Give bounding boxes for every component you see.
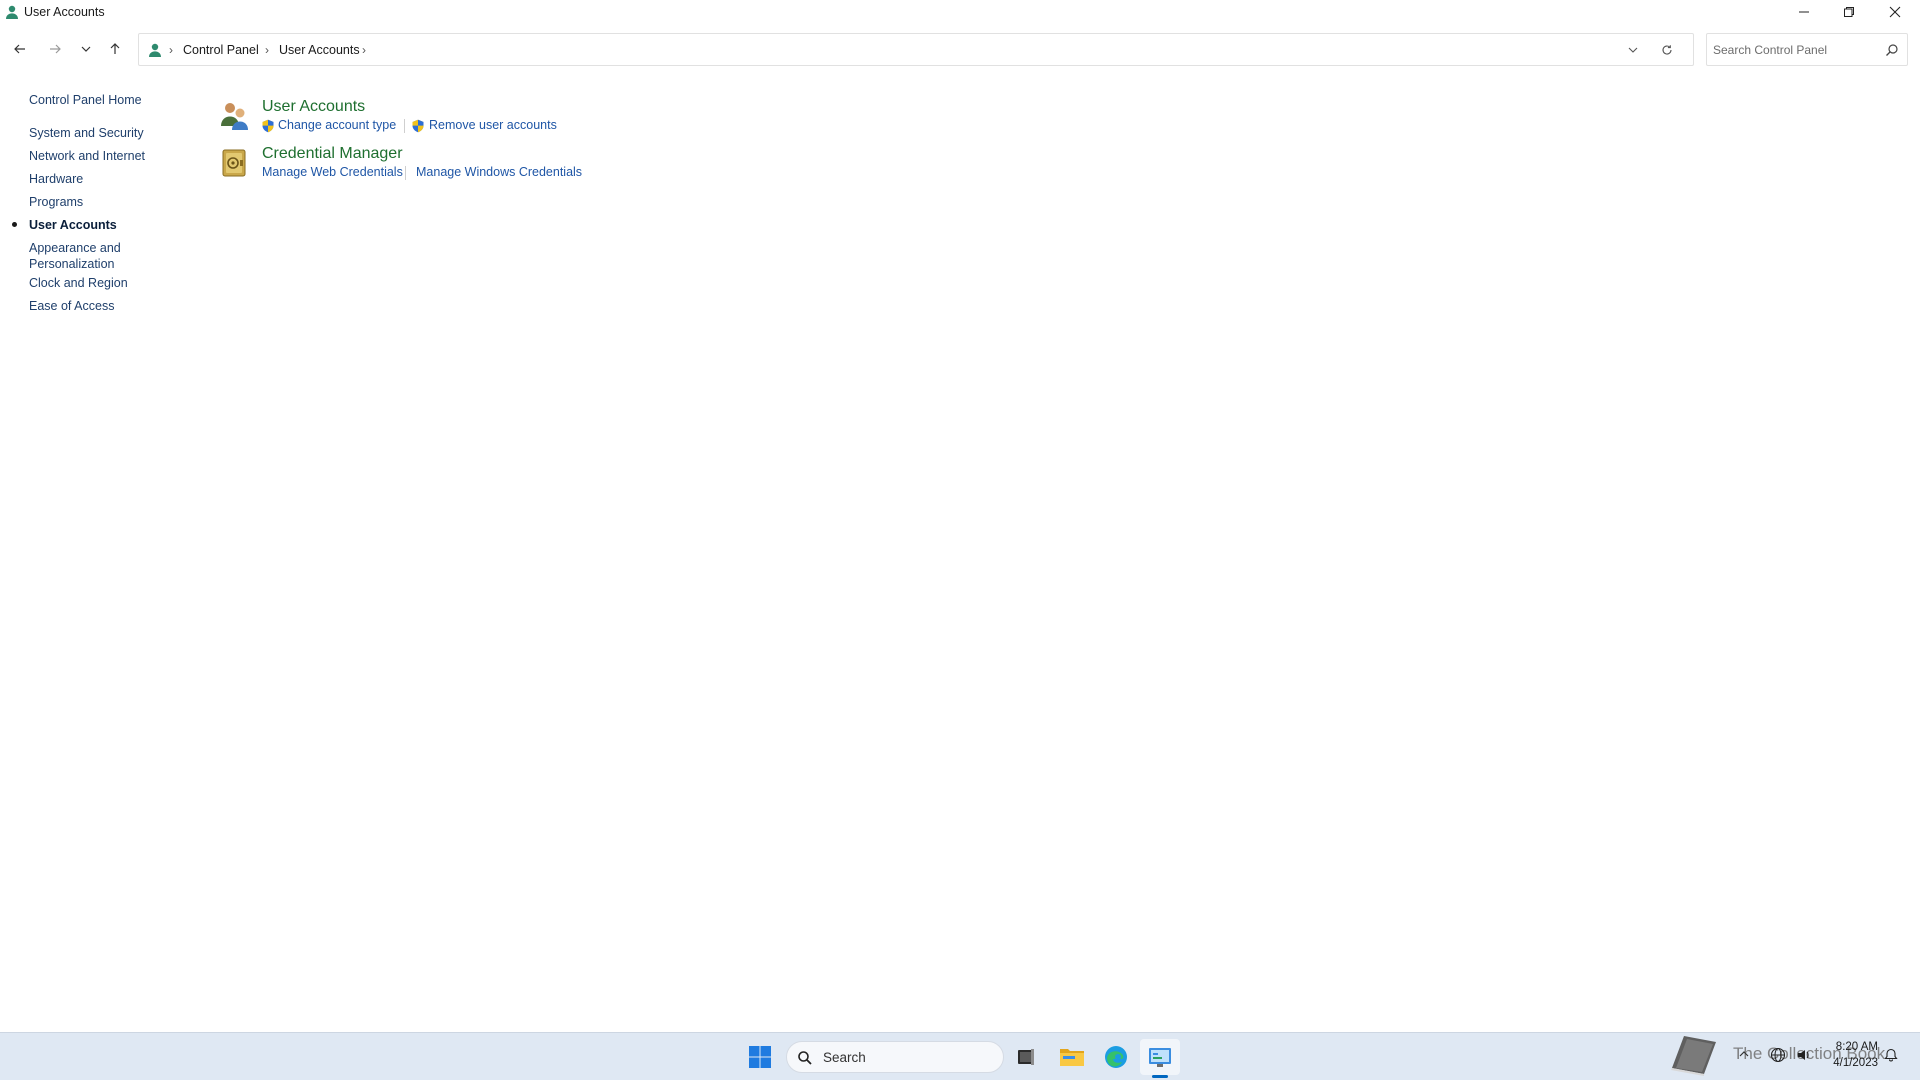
up-button[interactable] xyxy=(103,39,127,59)
breadcrumb-control-panel[interactable]: Control Panel xyxy=(183,43,259,57)
control-panel-home-link[interactable]: Control Panel Home xyxy=(29,92,159,108)
manage-web-credentials-link[interactable]: Manage Web Credentials xyxy=(262,165,403,179)
address-bar[interactable]: › Control Panel › User Accounts › xyxy=(138,33,1694,66)
user-accounts-icon xyxy=(149,43,161,57)
breadcrumb-separator[interactable]: › xyxy=(265,43,269,57)
navigation-bar: › Control Panel › User Accounts › xyxy=(0,29,1920,71)
task-divider xyxy=(404,119,405,133)
taskbar-search-label: Search xyxy=(823,1050,866,1065)
taskbar: Search xyxy=(0,1032,1920,1080)
nav-item-hardware[interactable]: Hardware xyxy=(29,171,159,187)
restore-icon xyxy=(1844,7,1854,17)
taskbar-search-box[interactable]: Search xyxy=(786,1041,1004,1073)
close-icon xyxy=(1889,6,1901,18)
search-icon[interactable] xyxy=(1885,43,1899,57)
search-icon xyxy=(798,1051,812,1065)
minimize-icon xyxy=(1799,11,1809,13)
task-view-icon xyxy=(1018,1049,1034,1065)
user-accounts-icon xyxy=(6,5,18,19)
control-panel-window: User Accounts › Control Panel › User Acc… xyxy=(0,0,1920,1032)
remove-user-accounts-link[interactable]: Remove user accounts xyxy=(429,118,557,132)
user-accounts-icon[interactable] xyxy=(218,99,250,131)
forward-arrow-icon xyxy=(50,44,61,54)
forward-button[interactable] xyxy=(43,39,67,59)
minimize-button[interactable] xyxy=(1781,0,1827,24)
control-panel-icon xyxy=(1149,1048,1171,1067)
up-arrow-icon xyxy=(110,43,120,54)
task-divider xyxy=(405,166,406,180)
manage-windows-credentials-link[interactable]: Manage Windows Credentials xyxy=(416,165,582,179)
nav-item-clock-and-region[interactable]: Clock and Region xyxy=(29,275,159,291)
folder-icon xyxy=(1060,1049,1084,1066)
nav-item-user-accounts: User Accounts xyxy=(29,218,117,232)
change-account-type-link[interactable]: Change account type xyxy=(278,118,396,132)
chevron-down-icon xyxy=(81,46,91,52)
notification-bell-icon[interactable] xyxy=(1884,1048,1898,1062)
uac-shield-icon xyxy=(412,119,424,133)
uac-shield-icon xyxy=(262,119,274,133)
nav-item-network-and-internet[interactable]: Network and Internet xyxy=(29,148,159,164)
current-item-bullet xyxy=(12,222,17,227)
clock-time[interactable]: 8:20 AM xyxy=(1830,1041,1878,1053)
refresh-button[interactable] xyxy=(1657,42,1677,58)
edge-icon xyxy=(1105,1046,1127,1068)
window-title: User Accounts xyxy=(24,5,105,19)
credential-manager-icon[interactable] xyxy=(218,147,250,179)
nav-item-system-and-security[interactable]: System and Security xyxy=(29,125,159,141)
recent-locations-button[interactable] xyxy=(74,39,98,59)
nav-item-programs[interactable]: Programs xyxy=(29,194,159,210)
refresh-icon xyxy=(1662,45,1672,55)
active-app-indicator xyxy=(1152,1075,1168,1078)
breadcrumb-separator[interactable]: › xyxy=(169,43,173,57)
search-input[interactable] xyxy=(1713,40,1873,60)
back-button[interactable] xyxy=(8,39,32,59)
volume-icon[interactable] xyxy=(1796,1047,1812,1063)
restore-button[interactable] xyxy=(1826,0,1872,24)
clock-date[interactable]: 4/1/2023 xyxy=(1826,1057,1878,1069)
start-button[interactable] xyxy=(740,1039,780,1075)
close-button[interactable] xyxy=(1872,0,1918,24)
chevron-down-icon xyxy=(1628,47,1638,53)
search-box[interactable] xyxy=(1706,33,1908,66)
windows-logo-icon xyxy=(749,1046,771,1068)
category-title-user-accounts[interactable]: User Accounts xyxy=(262,98,365,116)
title-bar: User Accounts xyxy=(0,0,1920,24)
breadcrumb-separator[interactable]: › xyxy=(362,43,366,57)
back-arrow-icon xyxy=(14,44,25,54)
edge-browser-button[interactable] xyxy=(1096,1039,1136,1075)
breadcrumb-user-accounts[interactable]: User Accounts xyxy=(279,43,360,57)
control-panel-taskbar-button[interactable] xyxy=(1140,1039,1180,1075)
chevron-up-icon[interactable] xyxy=(1738,1048,1750,1060)
nav-item-appearance-and-personalization[interactable]: Appearance and Personalization xyxy=(29,240,134,272)
category-title-credential-manager[interactable]: Credential Manager xyxy=(262,145,403,163)
task-view-button[interactable] xyxy=(1006,1039,1046,1075)
book-icon xyxy=(1671,1036,1716,1076)
address-history-dropdown[interactable] xyxy=(1623,42,1643,58)
file-explorer-button[interactable] xyxy=(1052,1039,1092,1075)
nav-item-ease-of-access[interactable]: Ease of Access xyxy=(29,298,159,314)
network-globe-icon[interactable] xyxy=(1770,1047,1786,1063)
